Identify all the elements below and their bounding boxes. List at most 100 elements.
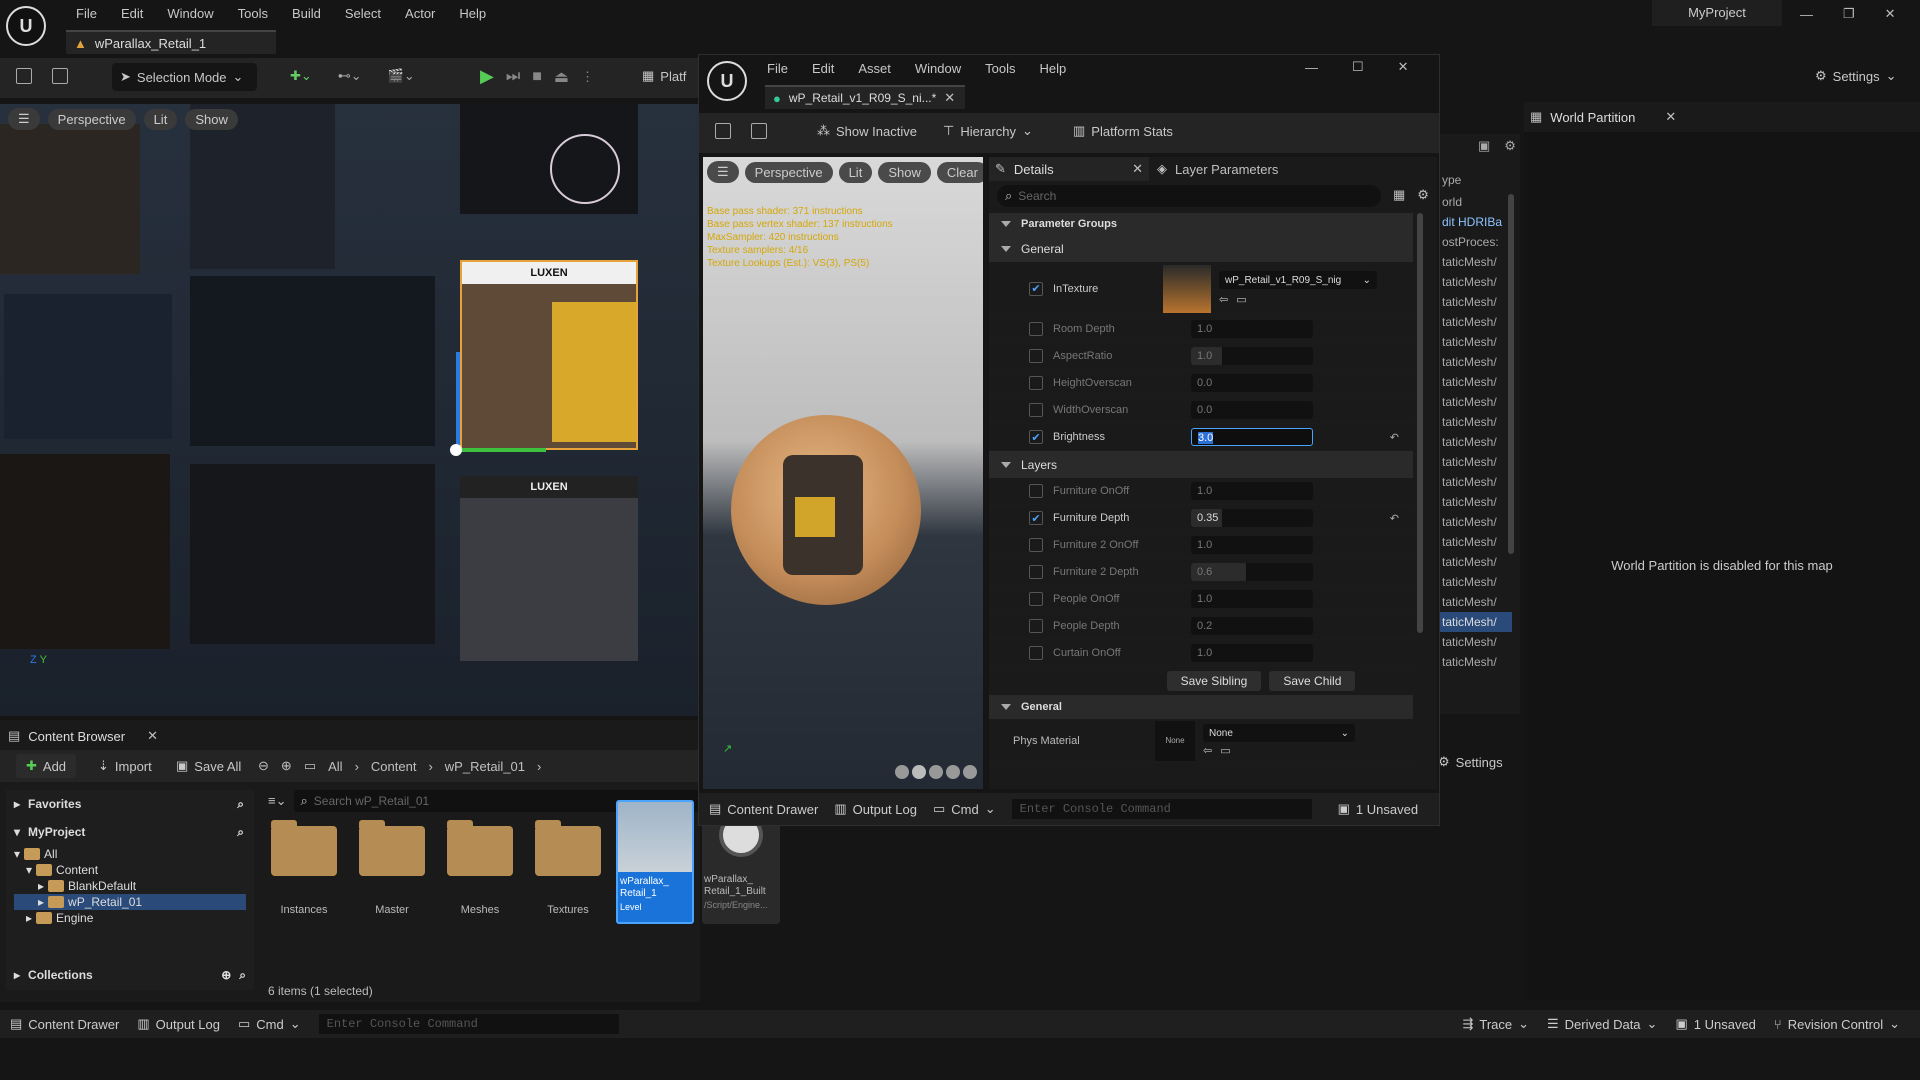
unreal-logo-icon[interactable]: U (6, 6, 46, 46)
outliner-row[interactable]: taticMesh/ (1438, 452, 1512, 472)
param-checkbox[interactable] (1029, 349, 1043, 363)
myproject-section[interactable]: ▾ MyProject ⌕ (6, 818, 254, 846)
table-view-icon[interactable]: ▦ (1393, 187, 1405, 203)
phys-material-picker[interactable]: None ⌄ (1203, 724, 1355, 742)
browse-icon[interactable] (751, 123, 767, 139)
main-menu-edit[interactable]: Edit (109, 6, 155, 21)
param-checkbox[interactable] (1029, 484, 1043, 498)
layer-parameters-tab[interactable]: ◈ Layer Parameters (1157, 157, 1278, 181)
param-checkbox[interactable] (1029, 376, 1043, 390)
param-value-input[interactable]: 1.0 (1191, 644, 1313, 662)
level-viewport[interactable]: LUXEN LUXEN Z Y (0, 104, 698, 716)
unsaved-button[interactable]: ▣ 1 Unsaved (1675, 1016, 1755, 1032)
asset-folder-instances[interactable]: Instances (264, 820, 344, 916)
derived-data-dropdown[interactable]: ☰ Derived Data ⌄ (1547, 1016, 1657, 1032)
main-menu-help[interactable]: Help (447, 6, 498, 21)
level-tab[interactable]: ▲ wParallax_Retail_1 (66, 30, 276, 54)
general2-section-header[interactable]: General (989, 695, 1413, 719)
param-value-input[interactable]: 0.0 (1191, 401, 1313, 419)
breadcrumb-content[interactable]: Content (371, 759, 417, 774)
outliner-row[interactable]: taticMesh/ (1438, 252, 1512, 272)
content-browser-tab[interactable]: ▤ Content Browser ✕ (8, 724, 158, 748)
lit-button[interactable]: Lit (143, 108, 178, 130)
param-checkbox[interactable] (1029, 619, 1043, 633)
preview-menu-icon[interactable]: ☰ (707, 161, 739, 183)
param-checkbox[interactable] (1029, 403, 1043, 417)
param-checkbox[interactable] (1029, 565, 1043, 579)
breadcrumb-wp-retail[interactable]: wP_Retail_01 (445, 759, 525, 774)
maximize-icon[interactable]: ☐ (1352, 59, 1364, 75)
tree-item-blankdefault[interactable]: ▸ BlankDefault (14, 878, 254, 894)
outliner-row[interactable]: dit HDRIBa (1438, 212, 1512, 232)
gear-icon[interactable]: ⚙ (1417, 187, 1429, 203)
show-inactive-button[interactable]: ⁂ Show Inactive (817, 123, 917, 139)
texture-thumbnail[interactable] (1163, 264, 1211, 313)
reset-to-default-icon[interactable]: ↶ (1390, 431, 1399, 444)
back-icon[interactable]: ⊖ (258, 758, 269, 774)
gizmo-z-axis[interactable] (456, 352, 460, 452)
outliner-row[interactable]: taticMesh/ (1438, 472, 1512, 492)
param-value-input[interactable]: 0.2 (1191, 617, 1313, 635)
param-checkbox[interactable] (1029, 646, 1043, 660)
selection-mode-dropdown[interactable]: ➤ Selection Mode ⌄ (112, 63, 257, 91)
trace-dropdown[interactable]: ⇶ Trace ⌄ (1462, 1016, 1529, 1032)
search-icon[interactable]: ⌕ (237, 825, 244, 840)
perspective-button[interactable]: Perspective (47, 108, 136, 130)
close-icon[interactable]: ✕ (1885, 6, 1896, 22)
param-checkbox[interactable] (1029, 592, 1043, 606)
outliner-row[interactable]: taticMesh/ (1438, 392, 1512, 412)
platform-stats-button[interactable]: ▥ Platform Stats (1073, 123, 1173, 139)
material-menu-asset[interactable]: Asset (846, 61, 903, 76)
sphere-icon[interactable] (912, 765, 926, 779)
minimize-icon[interactable]: — (1800, 7, 1813, 22)
outliner-row[interactable]: taticMesh/ (1438, 332, 1512, 352)
close-icon[interactable]: ✕ (1665, 109, 1676, 125)
viewport-menu-icon[interactable]: ☰ (8, 108, 40, 130)
preview-lit-button[interactable]: Lit (838, 161, 873, 183)
outliner-row[interactable]: taticMesh/ (1438, 592, 1512, 612)
main-menu-file[interactable]: File (64, 6, 109, 21)
material-tab[interactable]: ● wP_Retail_v1_R09_S_ni...* ✕ (765, 85, 965, 109)
param-value-input[interactable]: 1.0 (1191, 536, 1313, 554)
param-checkbox[interactable] (1029, 538, 1043, 552)
gizmo-y-axis[interactable] (456, 448, 546, 452)
play-icon[interactable]: ▶ (480, 66, 494, 87)
asset-folder-meshes[interactable]: Meshes (440, 820, 520, 916)
outliner-row[interactable]: taticMesh/ (1438, 532, 1512, 552)
add-actor-icon[interactable]: ✚⌄ (290, 68, 312, 84)
save-icon[interactable] (16, 68, 32, 84)
import-button[interactable]: ⇣ Import (98, 758, 152, 774)
preview-perspective-button[interactable]: Perspective (744, 161, 833, 183)
main-menu-tools[interactable]: Tools (226, 6, 280, 21)
param-value-input[interactable]: 1.0 (1191, 482, 1313, 500)
outliner-row[interactable]: taticMesh/ (1438, 292, 1512, 312)
close-icon[interactable]: ✕ (1398, 59, 1409, 75)
parameter-groups-header[interactable]: Parameter Groups (989, 213, 1413, 235)
preview-show-button[interactable]: Show (878, 161, 931, 183)
unreal-logo-icon[interactable]: U (707, 61, 747, 101)
tree-item-engine[interactable]: ▸ Engine (14, 910, 254, 926)
platforms-button[interactable]: ▦ Platf (642, 68, 686, 84)
mat-output-log-button[interactable]: ▥ Output Log (834, 801, 917, 817)
main-menu-select[interactable]: Select (333, 6, 393, 21)
outliner-row[interactable]: orld (1438, 192, 1512, 212)
browse-icon[interactable]: ▭ (1236, 293, 1246, 306)
main-menu-actor[interactable]: Actor (393, 6, 447, 21)
outliner-row[interactable]: taticMesh/ (1438, 552, 1512, 572)
details-scrollbar[interactable] (1417, 213, 1423, 633)
param-checkbox[interactable]: ✔ (1029, 511, 1043, 525)
preview-clear-button[interactable]: Clear (936, 161, 983, 183)
stop-icon[interactable]: ■ (532, 68, 542, 86)
param-checkbox[interactable]: ✔ (1029, 430, 1043, 444)
close-icon[interactable]: ✕ (147, 728, 158, 744)
material-menu-window[interactable]: Window (903, 61, 973, 76)
output-log-button[interactable]: ▥ Output Log (137, 1016, 220, 1032)
tree-item-content[interactable]: ▾ Content (14, 862, 254, 878)
outliner-scrollbar[interactable] (1508, 194, 1514, 554)
material-menu-edit[interactable]: Edit (800, 61, 846, 76)
param-checkbox[interactable] (1029, 322, 1043, 336)
layers-section-header[interactable]: Layers (989, 451, 1413, 478)
outliner-row[interactable]: taticMesh/ (1438, 652, 1512, 672)
collections-section[interactable]: ▸ Collections ⊕ ⌕ (14, 962, 250, 988)
material-preview-viewport[interactable]: ☰ Perspective Lit Show Clear Base pass s… (703, 157, 983, 789)
